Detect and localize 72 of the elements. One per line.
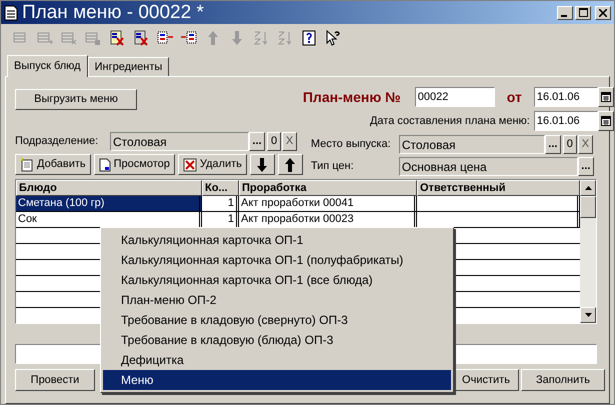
toolbar-report-delete-icon[interactable] xyxy=(109,30,125,46)
lookup-field[interactable]: Столовая xyxy=(110,132,249,151)
compiled-date-label: Дата составления плана меню: xyxy=(370,114,530,129)
document-icon xyxy=(4,4,18,20)
menu-item[interactable]: Калькуляционная карточка ОП-1 (полуфабрикаты) xyxy=(103,250,451,270)
menu-item[interactable]: Требование в кладовую (свернуто) ОП-3 xyxy=(103,310,451,330)
lookup-field[interactable]: Столовая xyxy=(398,135,545,154)
price-type-label: Тип цен: xyxy=(310,159,355,174)
menu-item[interactable]: Дефицитка xyxy=(103,350,451,370)
select-button[interactable]: ... xyxy=(249,132,265,151)
table-cell: Сметана (100 гр) xyxy=(16,196,202,211)
add-button[interactable]: Добавить xyxy=(15,154,91,175)
column-header[interactable]: Ответственный xyxy=(417,180,580,196)
arrow-up-icon xyxy=(285,158,296,172)
delete-button[interactable]: Удалить xyxy=(178,154,247,175)
toolbar-list-in-icon[interactable] xyxy=(157,30,173,46)
calendar-button[interactable] xyxy=(598,111,614,131)
table-cell: Акт проработки 00041 xyxy=(239,196,417,211)
calendar-icon xyxy=(600,92,611,102)
toolbar-help-icon[interactable] xyxy=(301,30,317,46)
place-label: Место выпуска: xyxy=(310,137,392,152)
document-icon xyxy=(98,158,111,172)
close-icon xyxy=(599,8,607,16)
new-document-icon xyxy=(20,158,34,172)
maximize-icon xyxy=(578,8,588,17)
tab[interactable]: Ингредиенты xyxy=(88,57,170,76)
minimize-icon xyxy=(561,14,569,16)
toolbar-pointer-help-icon[interactable] xyxy=(325,30,341,46)
fill-button[interactable]: Заполнить xyxy=(521,369,605,391)
division-label: Подразделение: xyxy=(15,134,100,150)
menu-item[interactable]: Калькуляционная карточка ОП-1 xyxy=(103,230,451,250)
tab[interactable]: Выпуск блюд xyxy=(7,55,88,77)
table-cell: 1 xyxy=(202,196,239,211)
date-field[interactable]: 16.01.06 xyxy=(534,87,598,107)
plan-menu-label: План-меню № xyxy=(302,88,401,106)
select-button[interactable]: ... xyxy=(578,157,594,176)
move-down-button[interactable] xyxy=(250,154,275,175)
scrollbar-thumb[interactable] xyxy=(580,196,596,218)
toolbar-report-icon[interactable] xyxy=(133,30,149,46)
arrow-down-icon xyxy=(257,158,268,172)
menu-item[interactable]: План-меню ОП-2 xyxy=(103,290,451,310)
menu-item[interactable]: Требование в кладовую (блюда) ОП-3 xyxy=(103,330,451,350)
clear-button[interactable]: Очистить xyxy=(453,369,519,391)
date-field[interactable]: 16.01.06 xyxy=(534,111,598,131)
calendar-button[interactable] xyxy=(598,87,614,107)
delete-icon xyxy=(182,158,197,172)
date-prefix-label: от xyxy=(506,88,522,106)
maximize-button[interactable] xyxy=(575,6,591,20)
toolbar-list-out-icon[interactable] xyxy=(181,30,197,46)
window-title: План меню - 00022 * xyxy=(22,3,204,22)
remove-button[interactable]: X xyxy=(578,135,593,154)
scroll-down-icon[interactable] xyxy=(584,313,592,317)
remove-button[interactable]: X xyxy=(282,132,297,151)
select-button[interactable]: ... xyxy=(544,135,561,154)
number-field[interactable]: 00022 xyxy=(414,87,495,107)
post-button[interactable]: Провести xyxy=(15,369,95,391)
lookup-field[interactable]: Основная цена xyxy=(398,157,578,176)
column-header[interactable]: Проработка xyxy=(239,180,417,196)
view-button[interactable]: Просмотор xyxy=(94,154,175,175)
clear-button[interactable]: 0 xyxy=(267,132,281,151)
menu-item[interactable]: Меню xyxy=(103,370,451,390)
export-menu-button[interactable]: Выгрузить меню xyxy=(15,89,137,110)
calendar-icon xyxy=(600,116,611,126)
minimize-button[interactable] xyxy=(557,6,573,20)
scroll-up-icon[interactable] xyxy=(584,186,592,190)
menu-item[interactable]: Калькуляционная карточка ОП-1 (все блюда) xyxy=(103,270,451,290)
clear-button[interactable]: 0 xyxy=(562,135,577,154)
move-up-button[interactable] xyxy=(278,154,303,175)
column-header[interactable]: Ко... xyxy=(202,180,239,196)
column-header[interactable]: Блюдо xyxy=(16,180,202,196)
scrollbar[interactable] xyxy=(580,180,596,323)
close-button[interactable] xyxy=(595,6,611,20)
